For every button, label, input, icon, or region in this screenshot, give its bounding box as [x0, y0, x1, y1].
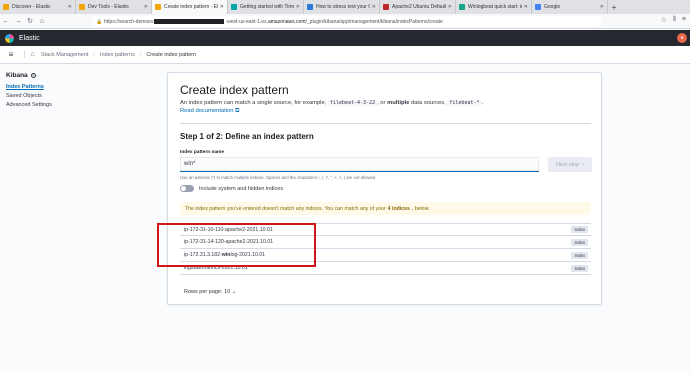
chevron-right-icon: › [582, 161, 585, 168]
ubuntu-favicon-icon [383, 4, 389, 10]
step-title: Step 1 of 2: Define an index pattern [180, 132, 314, 141]
toggle-label: Include system and hidden indices [199, 185, 284, 192]
field-help-text: Use an asterisk (*) to match multiple in… [180, 175, 377, 180]
address-bar: ← → ↻ ⌂ 🔒 https://search-demoes -west-us… [0, 14, 690, 29]
forward-arrow-icon[interactable]: → [12, 15, 24, 27]
sidebar-item-index-patterns[interactable]: Index Patterns [6, 84, 116, 90]
app-title: Elastic [19, 34, 40, 42]
rows-per-page-select[interactable]: Rows per page: 10 ⌄ [184, 289, 236, 295]
site-favicon-icon [307, 4, 313, 10]
elastic-favicon-icon [231, 4, 237, 10]
breadcrumb-separator: / [93, 51, 95, 58]
elastic-favicon-icon [3, 4, 9, 10]
library-icon[interactable]: ⫴ [673, 16, 676, 24]
include-hidden-toggle-row: Include system and hidden indices [180, 185, 283, 192]
redacted-block [154, 19, 225, 24]
url-field[interactable]: 🔒 https://search-demoes -west-us-east-1.… [92, 16, 602, 27]
divider [180, 123, 591, 124]
close-tab-icon[interactable]: ✕ [448, 4, 452, 10]
index-pattern-name-label: Index pattern name [180, 150, 224, 155]
code-example: filebeat-* [447, 100, 482, 106]
browser-tab[interactable]: Getting started with Timelion✕ [228, 0, 304, 14]
no-match-callout: The index pattern you've entered doesn't… [180, 202, 591, 215]
close-tab-icon[interactable]: ✕ [600, 4, 604, 10]
index-badge: Index [571, 251, 588, 259]
menu-icon[interactable]: ≡ [682, 16, 686, 24]
index-pattern-name-input[interactable]: win* [180, 157, 539, 172]
google-favicon-icon [535, 4, 541, 10]
hamburger-menu-icon[interactable]: ≡ [4, 50, 18, 59]
url-path: /_plugin/kibana/app/management/kibana/in… [305, 18, 443, 25]
new-tab-icon[interactable]: + [608, 0, 620, 14]
code-example: filebeat-4-3-22 [327, 100, 378, 106]
page-description: An index pattern can match a single sour… [180, 100, 484, 106]
reload-icon[interactable]: ↻ [24, 15, 36, 27]
close-tab-icon[interactable]: ✕ [524, 4, 528, 10]
url-host: amazonaws.com [267, 18, 306, 25]
close-tab-icon[interactable]: ✕ [144, 4, 148, 10]
browser-tab-strip: Discover - Elastic ✕ Dev Tools - Elastic ✕… [0, 0, 690, 14]
index-badge: Index [571, 238, 588, 246]
browser-tab[interactable]: Discover - Elastic ✕ [0, 0, 76, 14]
close-tab-icon[interactable]: ✕ [220, 4, 224, 10]
create-index-pattern-panel: Create index pattern An index pattern ca… [167, 72, 602, 305]
breadcrumb-separator: / [139, 51, 142, 58]
side-nav: Kibana? Index Patterns Saved Objects Adv… [6, 72, 116, 111]
breadcrumb-index-patterns[interactable]: Index patterns [100, 52, 135, 58]
next-step-button[interactable]: Next step › [548, 157, 592, 172]
elastic-favicon-icon [155, 4, 161, 10]
index-badge: Index [571, 226, 588, 233]
browser-tab[interactable]: Google ✕ [532, 0, 608, 14]
browser-actions: ☆ ⫴ ≡ [661, 16, 686, 24]
breadcrumb-stack-management[interactable]: Stack Management [41, 52, 88, 58]
elastic-favicon-icon [79, 4, 85, 10]
close-tab-icon[interactable]: ✕ [372, 4, 376, 10]
include-hidden-toggle[interactable] [180, 185, 194, 192]
sidebar-item-advanced-settings[interactable]: Advanced Settings [6, 102, 116, 108]
close-tab-icon[interactable]: ✕ [296, 4, 300, 10]
read-documentation-link[interactable]: Read documentation ⧉ [180, 108, 239, 115]
browser-tab-active[interactable]: Create index pattern - Elastic✕ [152, 0, 228, 14]
index-badge: Index [571, 264, 588, 272]
breadcrumb: ≡ ⌂ Stack Management / Index patterns / … [0, 46, 690, 64]
elastic-favicon-icon [459, 4, 465, 10]
browser-tab[interactable]: How to stress test your CPU -✕ [304, 0, 380, 14]
back-arrow-icon[interactable]: ← [0, 15, 12, 27]
sidebar-item-saved-objects[interactable]: Saved Objects [6, 93, 116, 99]
home-icon[interactable]: ⌂ [24, 51, 36, 58]
kibana-header: Elastic a [0, 30, 690, 46]
star-icon[interactable]: ☆ [661, 16, 667, 24]
home-icon[interactable]: ⌂ [36, 15, 48, 27]
external-link-icon: ⧉ [235, 108, 240, 114]
elastic-logo-icon[interactable] [5, 33, 14, 43]
avatar[interactable]: a [677, 33, 687, 43]
close-tab-icon[interactable]: ✕ [68, 4, 72, 10]
annotation-highlight-box [157, 223, 316, 267]
page-title: Create index pattern [180, 83, 289, 97]
url-prefix: https://search-demoes [104, 18, 154, 25]
breadcrumb-current: Create index pattern [146, 51, 197, 58]
browser-tab[interactable]: Dev Tools - Elastic ✕ [76, 0, 152, 14]
lock-icon: 🔒 [96, 19, 103, 25]
side-nav-title: Kibana? [6, 72, 36, 79]
chevron-down-icon: ⌄ [231, 289, 237, 295]
url-host-mid: -west-us-east-1.es. [225, 18, 268, 25]
browser-tab[interactable]: Apache2 Ubuntu Default Page: It✕ [380, 0, 456, 14]
help-icon[interactable]: ? [30, 73, 36, 78]
browser-tab[interactable]: Winlogbeat quick start: install✕ [456, 0, 532, 14]
